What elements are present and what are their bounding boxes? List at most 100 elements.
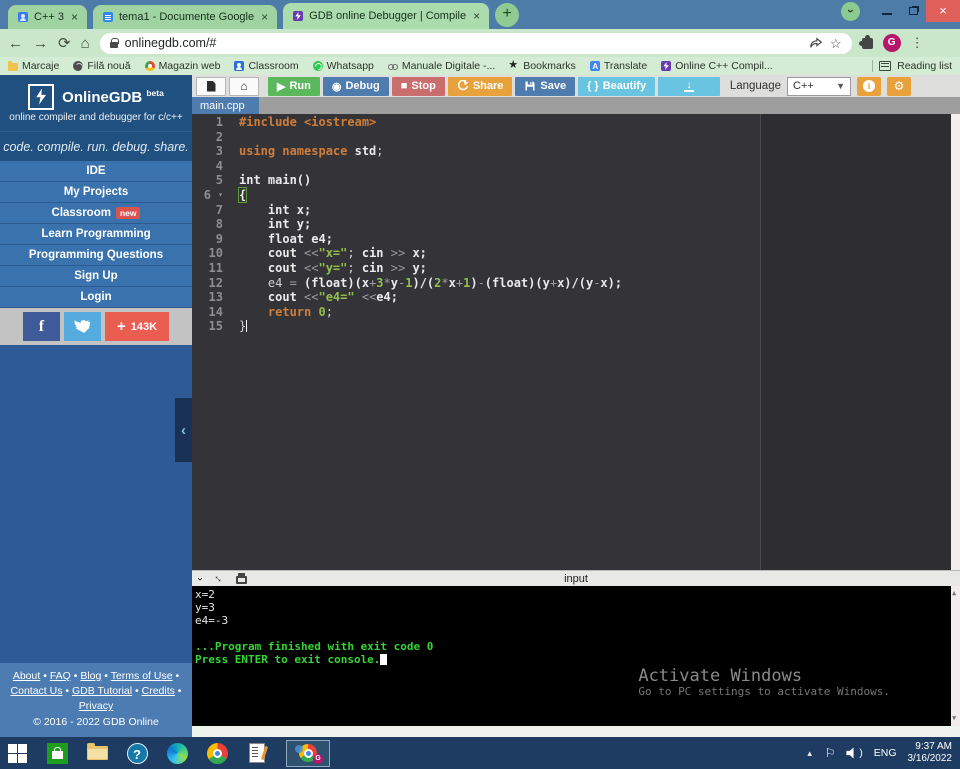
help-button[interactable]: ? bbox=[126, 742, 148, 764]
reading-list-label[interactable]: Reading list bbox=[897, 60, 952, 72]
edge-button[interactable] bbox=[166, 742, 188, 764]
address-bar-row: ← → ⟳ ⌂ onlinegdb.com/# ☆ G ⋮ bbox=[0, 29, 960, 57]
my-projects-button[interactable]: ⌂ bbox=[229, 77, 259, 96]
volume-button[interactable]: ) bbox=[846, 747, 862, 759]
line-number: 6 ▾ bbox=[192, 188, 223, 203]
divider bbox=[872, 60, 873, 72]
settings-button[interactable]: ⚙ bbox=[887, 77, 911, 96]
forward-button[interactable]: → bbox=[33, 36, 48, 51]
browser-tab[interactable]: GDB online Debugger | Compile× bbox=[283, 3, 489, 29]
console-line: x=2 bbox=[195, 588, 957, 601]
activate-windows-watermark: Activate Windows Go to PC settings to ac… bbox=[638, 670, 890, 698]
bookmark-item[interactable]: Whatsapp bbox=[313, 60, 374, 72]
reload-button[interactable]: ⟳ bbox=[58, 36, 71, 51]
code-token: float e4; bbox=[239, 232, 333, 246]
browser-tab[interactable]: C++ 3× bbox=[8, 5, 87, 29]
download-button[interactable]: ↓ bbox=[658, 77, 720, 96]
bookmark-star-icon[interactable]: ☆ bbox=[830, 37, 842, 50]
footer-link[interactable]: About bbox=[13, 670, 40, 682]
browser-tab[interactable]: tema1 - Documente Google× bbox=[93, 5, 277, 29]
chrome-button[interactable] bbox=[206, 742, 228, 764]
start-button[interactable] bbox=[6, 742, 28, 764]
notes-button[interactable] bbox=[246, 742, 268, 764]
console-line bbox=[195, 627, 957, 640]
debug-button[interactable]: ◉Debug bbox=[323, 77, 389, 96]
twitter-button[interactable] bbox=[64, 312, 101, 341]
brand-block[interactable]: OnlineGDB beta online compiler and debug… bbox=[0, 75, 192, 131]
save-button[interactable]: Save bbox=[515, 77, 575, 96]
active-chrome-window-button[interactable]: G bbox=[286, 740, 330, 767]
sidebar-item-login[interactable]: Login bbox=[0, 287, 192, 308]
clock[interactable]: 9:37 AM 3/16/2022 bbox=[908, 741, 953, 765]
profile-chevron-button[interactable]: › bbox=[841, 2, 860, 21]
bookmark-item[interactable]: Online C++ Compil... bbox=[661, 60, 772, 72]
share-icon[interactable] bbox=[809, 36, 823, 50]
run-button[interactable]: ▶Run bbox=[268, 77, 320, 96]
bookmark-item[interactable]: Filă nouă bbox=[73, 60, 130, 72]
hidden-icons-button[interactable]: ▲ bbox=[806, 749, 814, 758]
new-tab-button[interactable]: + bbox=[495, 3, 519, 27]
code-editor[interactable]: 123456 ▾789101112131415 #include <iostre… bbox=[192, 114, 960, 570]
facebook-button[interactable]: f bbox=[23, 312, 60, 341]
code-line: int main() bbox=[239, 173, 622, 188]
bookmark-item[interactable]: Marcaje bbox=[8, 60, 59, 72]
store-button[interactable] bbox=[46, 742, 68, 764]
restore-icon bbox=[909, 7, 918, 15]
sidebar-collapse-handle[interactable]: ‹ bbox=[175, 398, 192, 462]
action-center-flag-icon[interactable]: ⚐ bbox=[825, 746, 836, 760]
bookmark-item[interactable]: Classroom bbox=[234, 60, 298, 72]
footer-link[interactable]: FAQ bbox=[50, 670, 71, 682]
footer-link[interactable]: Privacy bbox=[79, 700, 113, 712]
tab-close-icon[interactable]: × bbox=[260, 10, 269, 24]
console-output[interactable]: x=2y=3e4=-3 ...Program finished with exi… bbox=[192, 586, 960, 726]
menu-dots-icon[interactable]: ⋮ bbox=[911, 35, 924, 51]
stop-button[interactable]: ■Stop bbox=[392, 77, 445, 96]
url-text[interactable]: onlinegdb.com/# bbox=[125, 36, 802, 50]
beautify-button[interactable]: { }Beautify bbox=[578, 77, 655, 96]
file-explorer-button[interactable] bbox=[86, 742, 108, 764]
tab-close-icon[interactable]: × bbox=[472, 9, 481, 23]
bookmark-item[interactable]: Manuale Digitale -... bbox=[388, 60, 495, 72]
scroll-down-icon[interactable]: ▼ bbox=[952, 712, 956, 725]
back-button[interactable]: ← bbox=[8, 36, 23, 51]
sidebar-item-sign-up[interactable]: Sign Up bbox=[0, 266, 192, 287]
footer-link[interactable]: Blog bbox=[80, 670, 101, 682]
follow-count-button[interactable]: +143K bbox=[105, 312, 169, 341]
minimize-icon bbox=[882, 13, 892, 15]
lock-icon[interactable] bbox=[110, 42, 118, 48]
footer-link[interactable]: Terms of Use bbox=[111, 670, 173, 682]
footer-link[interactable]: Contact Us bbox=[11, 685, 63, 697]
new-file-button[interactable] bbox=[196, 77, 226, 96]
bookmark-item[interactable]: Magazin web bbox=[145, 60, 221, 72]
url-bar[interactable]: onlinegdb.com/# ☆ bbox=[100, 33, 852, 54]
line-number: 14 bbox=[192, 305, 223, 320]
bookmark-item[interactable]: Translate bbox=[590, 60, 647, 72]
info-button[interactable]: i bbox=[857, 77, 881, 96]
home-button[interactable]: ⌂ bbox=[81, 36, 90, 51]
sidebar-item-label: Sign Up bbox=[74, 270, 117, 282]
bookmark-item[interactable]: Bookmarks bbox=[509, 60, 576, 72]
extensions-puzzle-icon[interactable] bbox=[862, 38, 873, 49]
sidebar-item-ide[interactable]: IDE bbox=[0, 161, 192, 182]
console-scrollbar[interactable]: ▲ ▼ bbox=[951, 586, 960, 726]
scroll-up-icon[interactable]: ▲ bbox=[952, 587, 956, 600]
restore-button[interactable] bbox=[900, 2, 926, 20]
console-line: Press ENTER to exit console. bbox=[195, 653, 957, 666]
sidebar-item-classroom[interactable]: Classroomnew bbox=[0, 203, 192, 224]
sidebar-item-my-projects[interactable]: My Projects bbox=[0, 182, 192, 203]
footer-link[interactable]: Credits bbox=[142, 685, 175, 697]
share-button[interactable]: Share bbox=[448, 77, 513, 96]
footer-link[interactable]: GDB Tutorial bbox=[72, 685, 132, 697]
minimize-button[interactable] bbox=[874, 2, 900, 20]
keyboard-language[interactable]: ENG bbox=[874, 747, 897, 759]
code-line: #include <iostream> bbox=[239, 115, 622, 130]
code-token: + bbox=[550, 276, 557, 290]
code-token: cin bbox=[362, 246, 391, 260]
sidebar-item-programming-questions[interactable]: Programming Questions bbox=[0, 245, 192, 266]
language-select[interactable]: C++▼ bbox=[787, 77, 851, 96]
profile-avatar[interactable]: G bbox=[883, 34, 901, 52]
file-tab-main-cpp[interactable]: main.cpp bbox=[192, 97, 259, 114]
sidebar-item-learn-programming[interactable]: Learn Programming bbox=[0, 224, 192, 245]
close-button[interactable]: × bbox=[926, 0, 960, 22]
tab-close-icon[interactable]: × bbox=[70, 10, 79, 24]
